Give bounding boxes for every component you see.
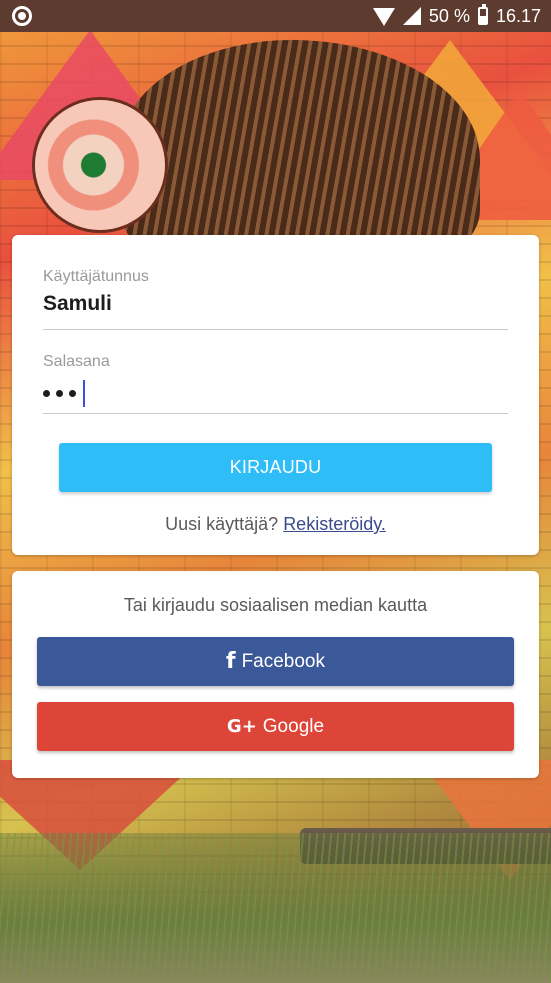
username-input[interactable]: Samuli xyxy=(43,292,508,316)
google-login-button[interactable]: G+ Google xyxy=(37,702,514,751)
google-label: Google xyxy=(262,715,325,737)
mural-grass xyxy=(0,833,551,983)
clock: 16.17 xyxy=(495,5,541,26)
login-button[interactable]: KIRJAUDU xyxy=(59,443,492,492)
battery-icon xyxy=(477,4,488,25)
password-mask-dot xyxy=(56,389,63,397)
password-field[interactable]: Salasana xyxy=(43,353,508,414)
password-label: Salasana xyxy=(43,353,110,370)
signal-icon xyxy=(402,7,421,25)
username-field[interactable]: Käyttäjätunnus Samuli xyxy=(43,268,508,330)
register-row: Uusi käyttäjä? Rekisteröidy. xyxy=(12,514,539,535)
battery-percent: 50 % xyxy=(428,5,470,26)
new-user-text: Uusi käyttäjä? xyxy=(165,514,279,534)
status-bar: 50 % 16.17 xyxy=(0,0,551,32)
password-mask-dot xyxy=(43,389,50,397)
facebook-login-button[interactable]: f Facebook xyxy=(37,637,514,686)
password-input[interactable] xyxy=(43,379,508,407)
login-card: Käyttäjätunnus Samuli Salasana KIRJAUDU … xyxy=(12,235,539,555)
register-link[interactable]: Rekisteröidy. xyxy=(283,514,386,534)
social-login-card: Tai kirjaudu sosiaalisen median kautta f… xyxy=(12,571,539,778)
facebook-label: Facebook xyxy=(241,650,326,672)
password-mask-dot xyxy=(69,389,76,397)
wifi-icon xyxy=(372,8,395,26)
google-plus-icon: G+ xyxy=(226,716,257,737)
facebook-icon: f xyxy=(225,649,236,674)
text-cursor xyxy=(83,379,85,407)
social-login-title: Tai kirjaudu sosiaalisen median kautta xyxy=(123,595,428,615)
status-icons: 50 % 16.17 xyxy=(372,4,541,27)
mural-flower xyxy=(35,100,165,230)
username-label: Käyttäjätunnus xyxy=(43,268,149,285)
notification-icon xyxy=(12,6,32,26)
